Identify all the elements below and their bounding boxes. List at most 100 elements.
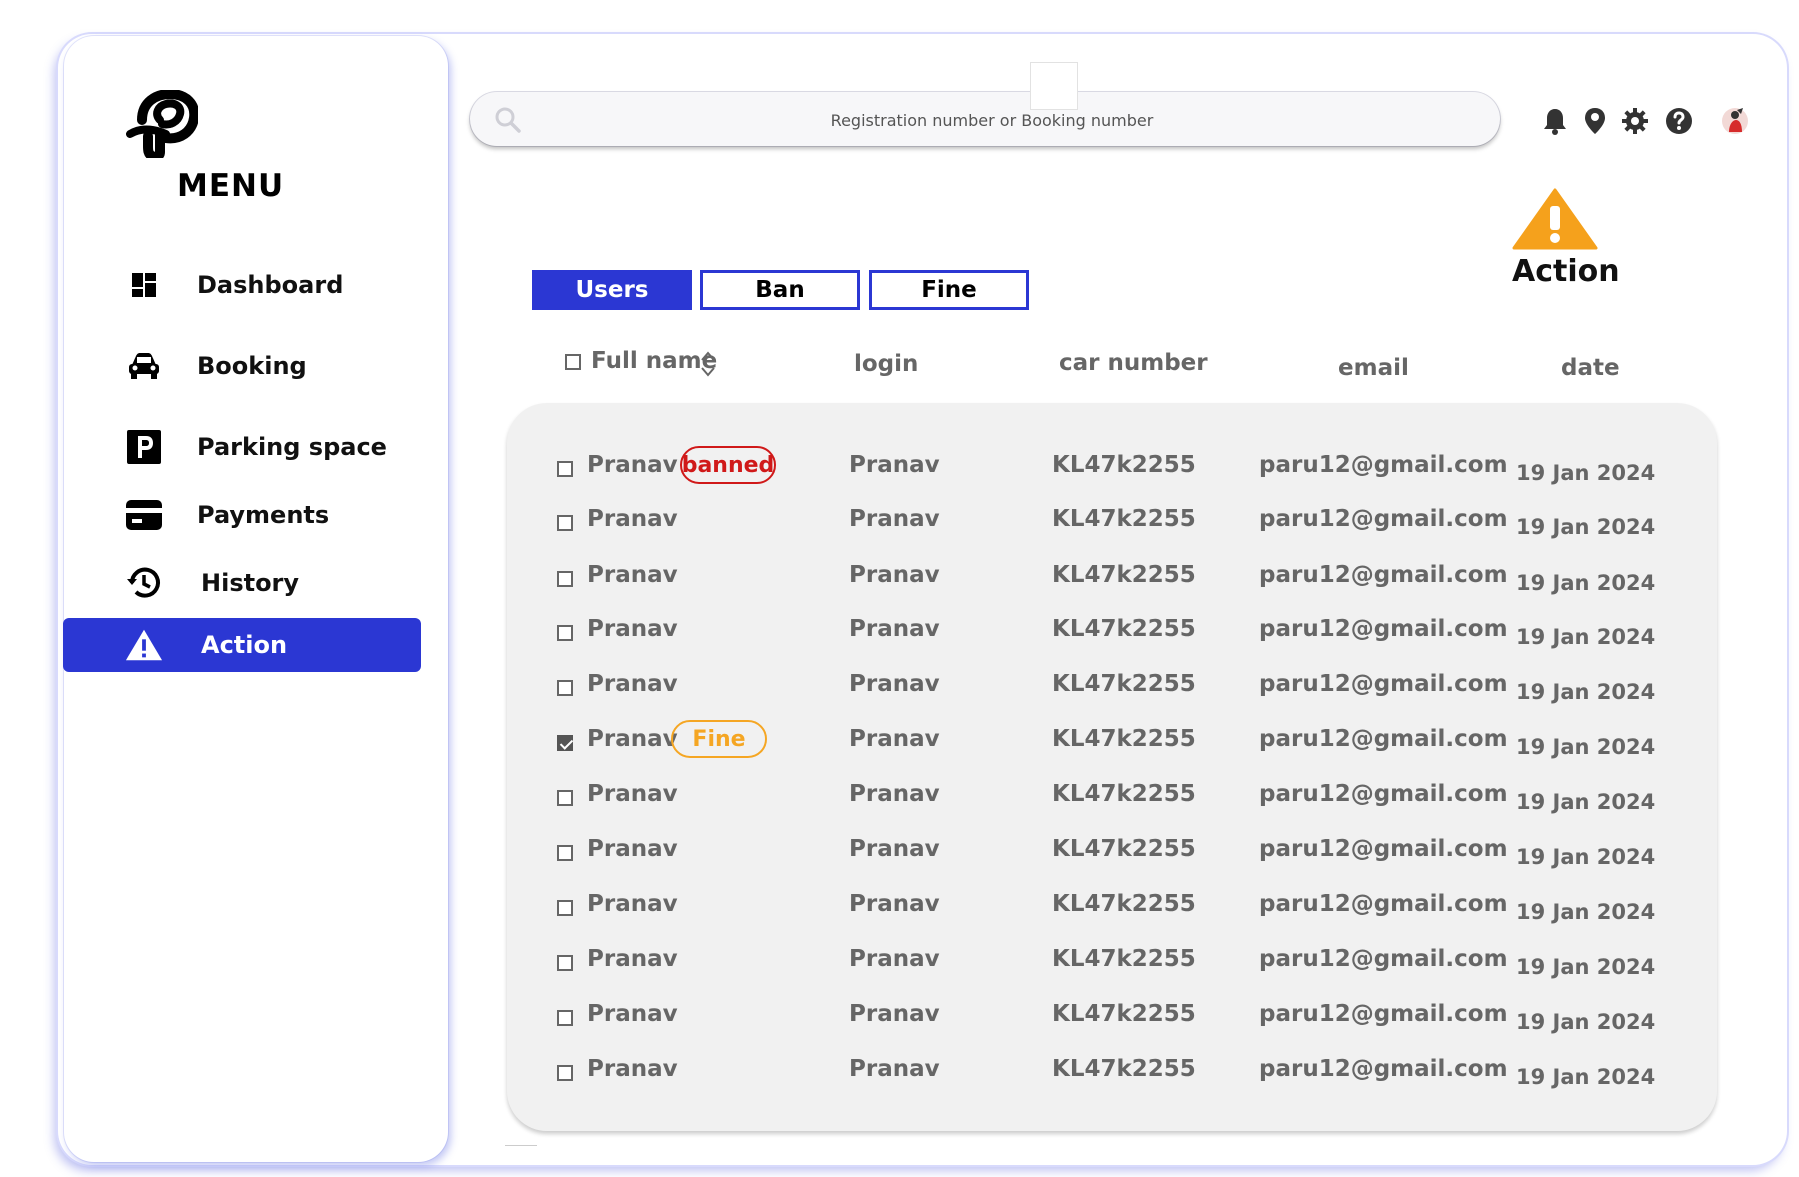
sidebar-item-action[interactable]: Action <box>63 618 421 672</box>
login-cell: Pranav <box>849 891 940 917</box>
email-cell: paru12@gmail.com <box>1259 562 1508 588</box>
full-name-cell: Pranav <box>587 671 678 697</box>
sort-icon[interactable] <box>700 350 716 382</box>
email-cell: paru12@gmail.com <box>1259 1001 1508 1027</box>
full-name-cell: Pranav <box>587 891 678 917</box>
car-number-cell: KL47k2255 <box>1052 506 1196 532</box>
email-cell: paru12@gmail.com <box>1259 452 1508 478</box>
row-checkbox[interactable] <box>557 1010 573 1026</box>
history-icon <box>125 564 163 602</box>
divider <box>505 1145 537 1146</box>
full-name-cell: Pranav <box>587 562 678 588</box>
menu-title: MENU <box>177 168 285 204</box>
row-checkbox[interactable] <box>557 625 573 641</box>
search-bar <box>470 92 1500 146</box>
car-number-cell: KL47k2255 <box>1052 1001 1196 1027</box>
login-cell: Pranav <box>849 616 940 642</box>
email-cell: paru12@gmail.com <box>1259 671 1508 697</box>
tab-ban[interactable]: Ban <box>700 270 860 310</box>
car-number-cell: KL47k2255 <box>1052 891 1196 917</box>
sidebar-item-parking-space[interactable]: Parking space <box>63 420 421 474</box>
date-cell: 19 Jan 2024 <box>1516 845 1656 869</box>
row-checkbox[interactable] <box>557 845 573 861</box>
location-pin-icon[interactable] <box>1580 106 1610 136</box>
date-cell: 19 Jan 2024 <box>1516 1065 1656 1089</box>
tab-fine[interactable]: Fine <box>869 270 1029 310</box>
row-checkbox[interactable] <box>557 515 573 531</box>
search-input[interactable] <box>530 102 1454 138</box>
date-cell: 19 Jan 2024 <box>1516 955 1656 979</box>
sidebar-item-label: History <box>201 569 300 597</box>
warning-icon <box>125 626 163 664</box>
car-number-cell: KL47k2255 <box>1052 671 1196 697</box>
row-checkbox[interactable] <box>557 735 573 751</box>
login-cell: Pranav <box>849 946 940 972</box>
column-header-email: email <box>1338 355 1409 381</box>
row-checkbox[interactable] <box>557 900 573 916</box>
email-cell: paru12@gmail.com <box>1259 891 1508 917</box>
page-title: Action <box>1512 254 1620 289</box>
car-number-cell: KL47k2255 <box>1052 781 1196 807</box>
full-name-cell: Pranav <box>587 452 678 478</box>
login-cell: Pranav <box>849 452 940 478</box>
date-cell: 19 Jan 2024 <box>1516 461 1656 485</box>
column-header-date: date <box>1561 355 1620 381</box>
email-cell: paru12@gmail.com <box>1259 836 1508 862</box>
car-number-cell: KL47k2255 <box>1052 616 1196 642</box>
gear-icon[interactable] <box>1620 106 1650 136</box>
date-cell: 19 Jan 2024 <box>1516 790 1656 814</box>
dashboard-icon <box>125 266 163 304</box>
full-name-cell: Pranav <box>587 1001 678 1027</box>
select-all-checkbox[interactable] <box>565 354 581 370</box>
row-checkbox[interactable] <box>557 680 573 696</box>
sidebar-item-label: Action <box>201 631 288 659</box>
sidebar-item-booking[interactable]: Booking <box>63 339 421 393</box>
login-cell: Pranav <box>849 1056 940 1082</box>
sidebar-item-label: Booking <box>197 352 307 380</box>
sidebar-item-history[interactable]: History <box>63 556 421 610</box>
car-number-cell: KL47k2255 <box>1052 562 1196 588</box>
full-name-cell: Pranav <box>587 836 678 862</box>
car-icon <box>125 347 163 385</box>
full-name-cell: Pranav <box>587 506 678 532</box>
date-cell: 19 Jan 2024 <box>1516 625 1656 649</box>
column-header-full-name[interactable]: Full name <box>591 348 717 374</box>
full-name-cell: Pranav <box>587 726 678 752</box>
sidebar-item-label: Parking space <box>197 433 387 461</box>
search-icon[interactable] <box>494 106 522 138</box>
full-name-cell: Pranav <box>587 1056 678 1082</box>
sidebar-item-payments[interactable]: Payments <box>63 488 421 542</box>
sidebar-item-dashboard[interactable]: Dashboard <box>63 258 421 312</box>
column-header-car-number: car number <box>1059 350 1208 376</box>
row-checkbox[interactable] <box>557 571 573 587</box>
sidebar-item-label: Dashboard <box>197 271 344 299</box>
login-cell: Pranav <box>849 726 940 752</box>
sidebar-item-label: Payments <box>197 501 330 529</box>
full-name-cell: Pranav <box>587 781 678 807</box>
bell-icon[interactable] <box>1540 106 1570 136</box>
email-cell: paru12@gmail.com <box>1259 616 1508 642</box>
car-number-cell: KL47k2255 <box>1052 452 1196 478</box>
app-logo <box>126 88 200 162</box>
full-name-cell: Pranav <box>587 616 678 642</box>
row-checkbox[interactable] <box>557 790 573 806</box>
email-cell: paru12@gmail.com <box>1259 726 1508 752</box>
row-checkbox[interactable] <box>557 461 573 477</box>
help-icon[interactable] <box>1664 106 1694 136</box>
login-cell: Pranav <box>849 671 940 697</box>
avatar[interactable] <box>1720 106 1750 136</box>
placeholder-box <box>1030 62 1078 110</box>
fine-badge: Fine <box>671 720 767 758</box>
date-cell: 19 Jan 2024 <box>1516 735 1656 759</box>
login-cell: Pranav <box>849 1001 940 1027</box>
tab-users[interactable]: Users <box>532 270 692 310</box>
row-checkbox[interactable] <box>557 1065 573 1081</box>
email-cell: paru12@gmail.com <box>1259 506 1508 532</box>
page-header: Action <box>1512 188 1620 289</box>
car-number-cell: KL47k2255 <box>1052 1056 1196 1082</box>
column-header-login: login <box>854 351 919 377</box>
date-cell: 19 Jan 2024 <box>1516 515 1656 539</box>
row-checkbox[interactable] <box>557 955 573 971</box>
date-cell: 19 Jan 2024 <box>1516 900 1656 924</box>
email-cell: paru12@gmail.com <box>1259 1056 1508 1082</box>
